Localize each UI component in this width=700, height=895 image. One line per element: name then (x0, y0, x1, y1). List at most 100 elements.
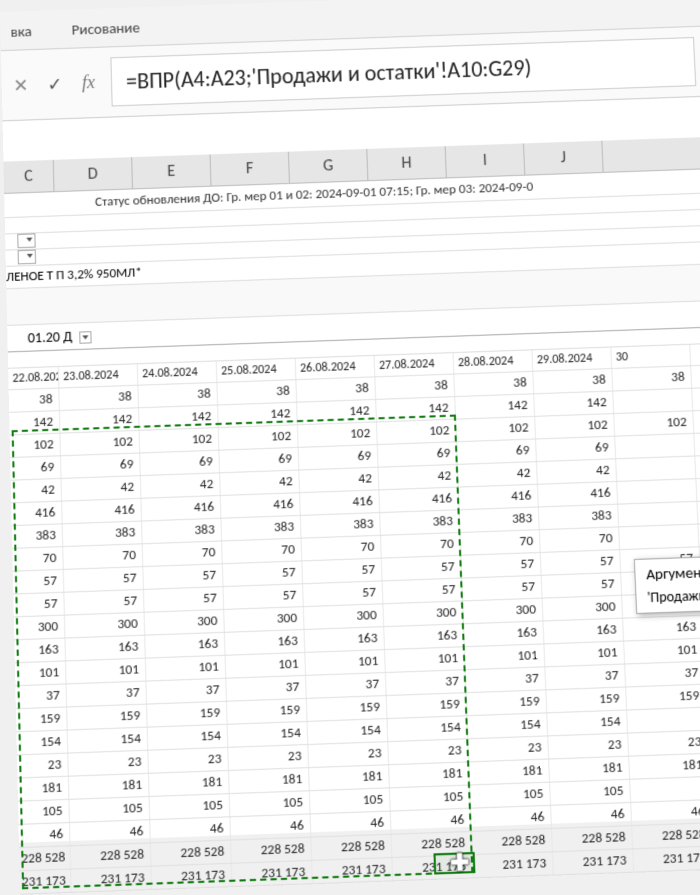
data-cell[interactable]: 142 (297, 400, 377, 424)
data-cell[interactable]: 102 (60, 431, 140, 455)
data-cell[interactable]: 163 (305, 627, 385, 652)
col-header[interactable]: I (446, 143, 526, 177)
data-cell[interactable]: 70 (381, 533, 461, 558)
data-cell[interactable] (617, 479, 697, 503)
data-cell[interactable]: 101 (305, 650, 386, 675)
col-header[interactable]: J (524, 141, 604, 175)
data-cell[interactable]: 102 (140, 428, 220, 452)
data-cell[interactable]: 383 (301, 513, 381, 538)
data-cell[interactable]: 57 (143, 564, 223, 589)
data-cell[interactable]: 154 (547, 711, 628, 736)
data-cell[interactable] (613, 389, 693, 413)
data-cell[interactable]: 159 (546, 687, 627, 712)
data-cell[interactable]: 101 (465, 644, 546, 669)
data-cell[interactable]: 46 (311, 812, 392, 837)
data-cell[interactable] (616, 456, 696, 480)
data-cell[interactable]: 102 (535, 414, 615, 438)
data-cell[interactable]: 101 (226, 653, 306, 678)
data-cell[interactable]: 69 (378, 442, 458, 466)
total-cell[interactable]: 228 528 (632, 823, 700, 848)
formula-input[interactable]: =ВПР(A4:A23;'Продажи и остатки'!A10:G29) (110, 37, 696, 106)
data-cell[interactable]: 38 (138, 383, 218, 407)
data-cell[interactable]: 300 (463, 599, 543, 624)
total-cell[interactable]: 228 528 (311, 835, 392, 860)
data-cell[interactable]: 46 (631, 800, 700, 825)
data-cell[interactable]: 46 (471, 806, 552, 831)
data-cell[interactable]: 159 (67, 705, 147, 730)
data-cell[interactable]: 181 (389, 762, 470, 787)
data-cell[interactable]: 154 (68, 728, 149, 753)
data-cell[interactable]: 159 (147, 702, 228, 727)
data-cell[interactable]: 102 (10, 434, 61, 457)
data-cell[interactable]: 154 (467, 713, 548, 738)
data-cell[interactable] (615, 434, 695, 458)
data-cell[interactable]: 142 (455, 394, 535, 418)
data-cell[interactable]: 70 (460, 530, 540, 555)
data-cell[interactable]: 23 (68, 751, 149, 776)
data-cell[interactable]: 300 (14, 616, 66, 640)
data-cell[interactable]: 38 (533, 369, 613, 393)
data-cell[interactable]: 38 (9, 389, 60, 412)
data-cell[interactable]: 159 (307, 696, 388, 721)
data-cell[interactable]: 163 (14, 639, 66, 663)
data-cell[interactable]: 163 (145, 633, 225, 658)
data-cell[interactable] (619, 525, 699, 550)
data-cell[interactable]: 181 (469, 760, 550, 785)
data-cell[interactable]: 154 (387, 716, 468, 741)
total-cell[interactable]: 231 173 (232, 861, 313, 886)
data-cell[interactable]: 69 (536, 437, 616, 461)
data-cell[interactable]: 181 (629, 754, 700, 779)
data-cell[interactable]: 383 (221, 516, 301, 541)
data-cell[interactable]: 42 (62, 476, 142, 500)
data-cell[interactable]: 154 (228, 722, 309, 747)
data-cell[interactable]: 416 (221, 493, 301, 517)
data-cell[interactable]: 69 (299, 445, 379, 469)
data-cell[interactable]: 38 (454, 372, 534, 396)
data-cell[interactable]: 70 (540, 527, 620, 552)
date-header-cell[interactable]: 28.08.2024 (454, 350, 534, 373)
col-header[interactable]: E (132, 154, 211, 188)
total-cell[interactable]: 228 528 (472, 829, 553, 854)
data-cell[interactable]: 163 (225, 630, 305, 655)
accept-icon[interactable]: ✓ (44, 72, 67, 95)
data-cell[interactable]: 57 (64, 567, 144, 592)
data-cell[interactable]: 57 (461, 553, 541, 578)
data-cell[interactable]: 163 (544, 619, 625, 644)
data-cell[interactable]: 105 (230, 791, 311, 816)
data-cell[interactable]: 57 (223, 561, 303, 586)
date-header-cell[interactable]: 30 (611, 345, 691, 368)
data-cell[interactable]: 57 (541, 550, 621, 575)
data-cell[interactable]: 181 (309, 765, 390, 790)
data-cell[interactable]: 57 (13, 593, 65, 617)
data-cell[interactable]: 383 (12, 524, 63, 548)
data-cell[interactable]: 142 (376, 397, 456, 421)
data-cell[interactable]: 101 (146, 656, 226, 681)
total-cell[interactable]: 228 528 (19, 846, 71, 870)
data-cell[interactable]: 70 (143, 541, 223, 566)
data-cell[interactable]: 163 (384, 624, 464, 649)
total-cell[interactable]: 228 528 (151, 841, 232, 866)
total-cell[interactable]: 231 173 (151, 864, 232, 889)
data-cell[interactable]: 300 (145, 610, 225, 635)
data-cell[interactable]: 23 (308, 742, 389, 767)
data-cell[interactable]: 101 (15, 661, 67, 685)
data-cell[interactable]: 181 (549, 757, 630, 782)
data-cell[interactable]: 46 (391, 809, 472, 834)
total-cell[interactable]: 228 528 (71, 843, 152, 868)
data-cell[interactable]: 142 (218, 403, 298, 427)
data-cell[interactable]: 46 (19, 823, 71, 847)
date-header-cell[interactable]: 23.08.2024 (59, 364, 139, 387)
data-cell[interactable]: 300 (383, 601, 463, 626)
data-cell[interactable]: 23 (228, 745, 309, 770)
data-cell[interactable]: 101 (385, 647, 466, 672)
data-cell[interactable]: 300 (224, 607, 304, 632)
data-cell[interactable]: 101 (66, 659, 146, 684)
data-cell[interactable]: 57 (303, 581, 383, 606)
data-cell[interactable]: 70 (222, 539, 302, 564)
fx-button[interactable]: fx (78, 72, 100, 94)
data-cell[interactable]: 416 (11, 502, 62, 525)
dropdown-icon[interactable] (79, 331, 91, 344)
data-cell[interactable]: 37 (146, 679, 226, 704)
data-cell[interactable]: 57 (224, 584, 304, 609)
data-cell[interactable] (630, 777, 700, 802)
